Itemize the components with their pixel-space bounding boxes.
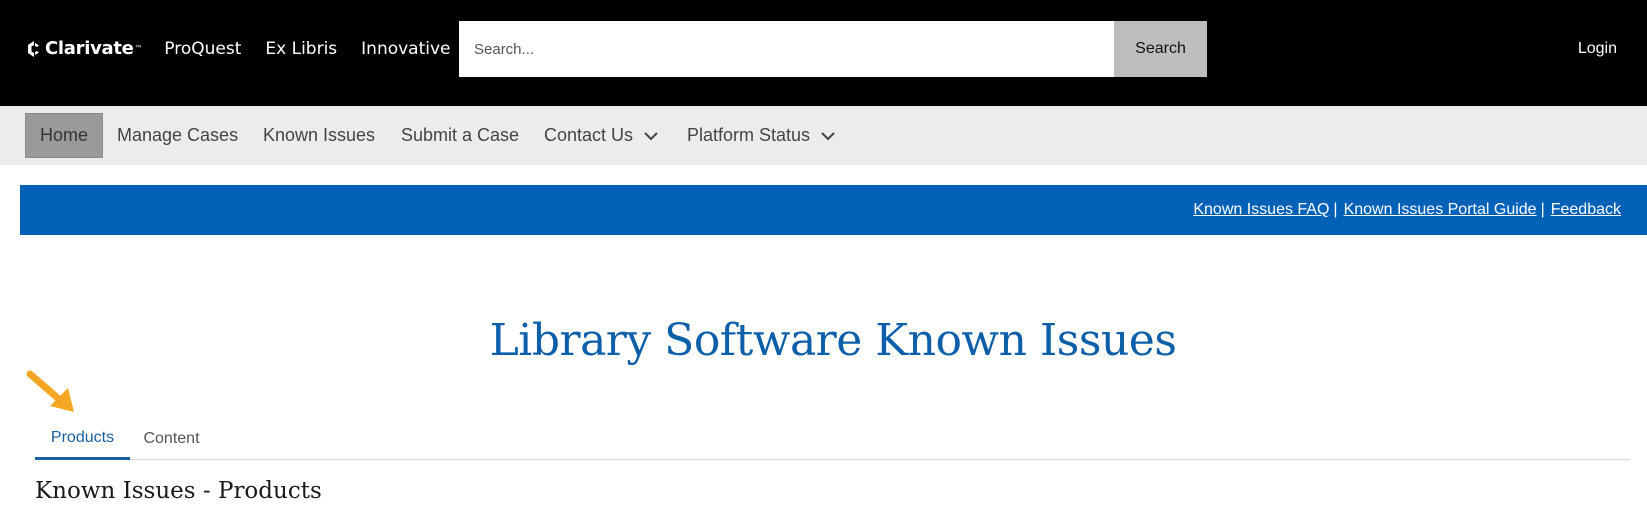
brand-link-ex-libris[interactable]: Ex Libris (265, 39, 337, 59)
nav-item-submit-a-case[interactable]: Submit a Case (401, 113, 519, 158)
nav-item-contact-us[interactable]: Contact Us (544, 113, 659, 158)
known-issues-banner: Known Issues FAQ | Known Issues Portal G… (20, 185, 1647, 235)
tab-label: Content (143, 430, 200, 447)
annotation-arrow-icon (26, 370, 74, 412)
page-title: Library Software Known Issues (489, 315, 1177, 366)
known-issues-faq-link[interactable]: Known Issues FAQ (1193, 201, 1329, 219)
portal-guide-link[interactable]: Known Issues Portal Guide (1344, 201, 1537, 219)
brand-link-innovative[interactable]: Innovative (361, 39, 450, 59)
brand-link-proquest[interactable]: ProQuest (164, 39, 241, 59)
nav-item-label: Platform Status (687, 125, 811, 145)
logo-trademark: ™ (134, 44, 143, 53)
search-input[interactable] (459, 21, 1114, 77)
nav-item-platform-status[interactable]: Platform Status (687, 113, 836, 158)
tab-label: Products (50, 428, 115, 446)
main-nav: Home Manage Cases Known Issues Submit a … (0, 106, 1647, 165)
top-header: Clarivate ™ ProQuest Ex Libris Innovative… (0, 0, 1647, 106)
clarivate-logo-icon (28, 40, 39, 57)
nav-item-label: Home (40, 125, 89, 145)
separator: | (1540, 201, 1545, 218)
nav-item-home[interactable]: Home (25, 113, 104, 158)
nav-item-label: Manage Cases (117, 125, 239, 145)
feedback-link[interactable]: Feedback (1551, 201, 1621, 219)
nav-item-known-issues[interactable]: Known Issues (263, 113, 375, 158)
nav-item-label: Submit a Case (401, 125, 520, 145)
banner-links: Known Issues FAQ | Known Issues Portal G… (1193, 201, 1621, 219)
login-link[interactable]: Login (1578, 40, 1617, 58)
nav-item-manage-cases[interactable]: Manage Cases (117, 113, 238, 158)
separator: | (1333, 201, 1338, 218)
chevron-down-icon (821, 131, 835, 140)
chevron-down-icon (644, 131, 658, 140)
brand-bar: Clarivate ™ ProQuest Ex Libris Innovative (25, 38, 451, 59)
search-button[interactable]: Search (1114, 21, 1207, 77)
tab-bar: Products Content (35, 418, 1630, 460)
clarivate-logo[interactable]: Clarivate ™ (25, 38, 143, 59)
tab-content[interactable]: Content (130, 418, 213, 460)
logo-text: Clarivate (45, 38, 134, 59)
section-title: Known Issues - Products (35, 478, 322, 504)
nav-item-label: Known Issues (263, 125, 376, 145)
nav-item-label: Contact Us (544, 125, 634, 145)
tab-products[interactable]: Products (35, 418, 130, 460)
